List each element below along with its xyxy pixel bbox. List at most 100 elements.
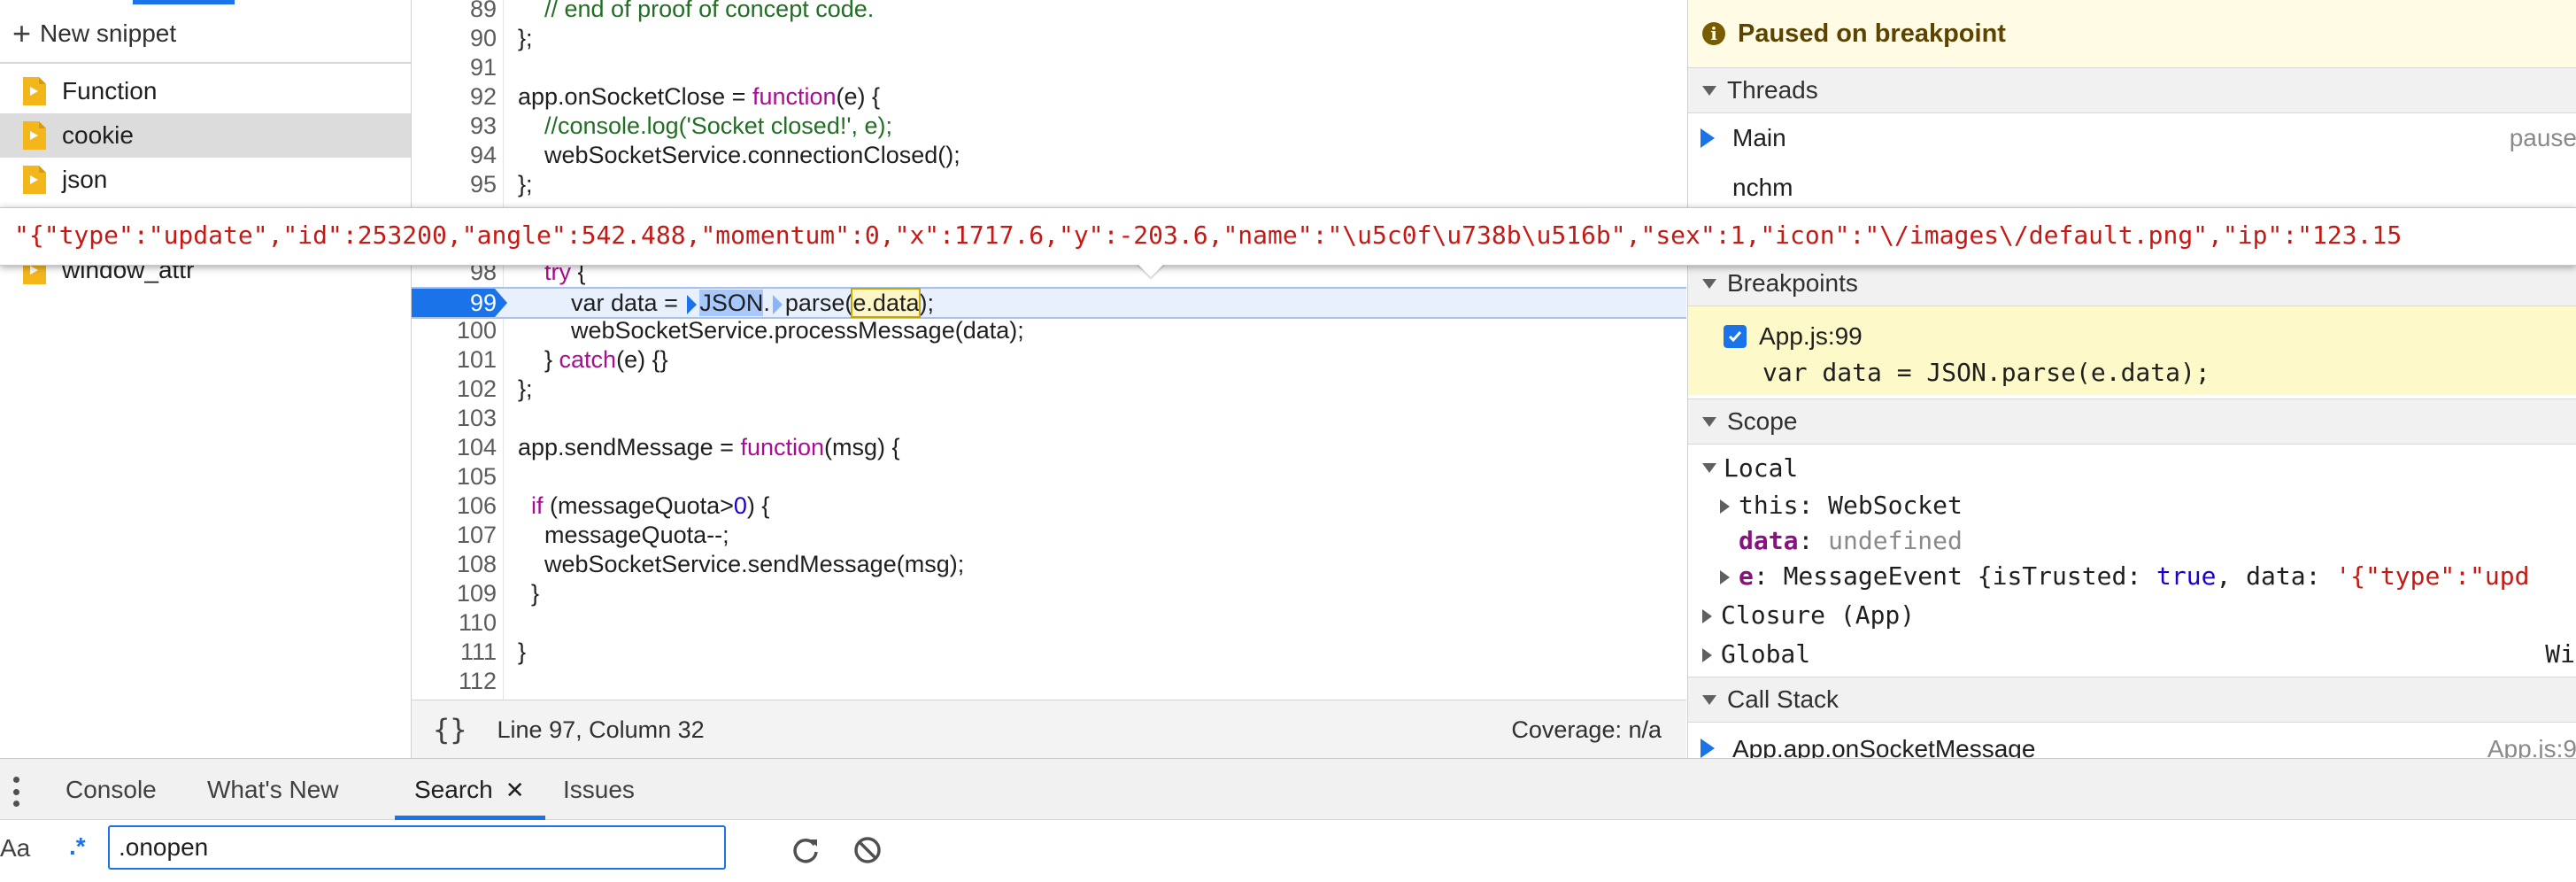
code-line[interactable]: 103: [412, 404, 1686, 433]
callstack-section-header[interactable]: Call Stack: [1688, 677, 2576, 723]
thread-row-nchm[interactable]: nchm: [1688, 165, 2576, 211]
close-icon[interactable]: ✕: [505, 777, 525, 804]
code-token: var data =: [518, 290, 685, 316]
scope-var-data[interactable]: data: undefined: [1739, 526, 1963, 555]
code-line[interactable]: 102 };: [412, 375, 1686, 404]
code-line[interactable]: 89 // end of proof of concept code.: [412, 0, 1686, 24]
code-line[interactable]: 109 }: [412, 579, 1686, 608]
section-title: Breakpoints: [1727, 269, 1858, 297]
line-number[interactable]: 100: [412, 316, 497, 345]
line-number[interactable]: 104: [412, 433, 497, 462]
line-number[interactable]: 91: [412, 53, 497, 82]
line-number[interactable]: 95: [412, 170, 497, 199]
new-snippet-button[interactable]: + New snippet: [12, 16, 176, 51]
line-number[interactable]: 110: [412, 608, 497, 638]
code-text: app.sendMessage = function(msg) {: [518, 433, 900, 462]
code-editor[interactable]: 89 // end of proof of concept code. 90 }…: [412, 0, 1686, 700]
scope-var-this[interactable]: this: WebSocket: [1720, 491, 1963, 520]
code-line[interactable]: 101 } catch(e) {}: [412, 345, 1686, 375]
snippet-label: cookie: [62, 121, 134, 149]
callstack-frame[interactable]: App.app.onSocketMessage App.js:9: [1688, 731, 2576, 758]
thread-row-main[interactable]: Main pause: [1688, 115, 2576, 161]
line-number[interactable]: 90: [412, 24, 497, 53]
code-line[interactable]: 92 app.onSocketClose = function(e) {: [412, 82, 1686, 112]
line-number[interactable]: 101: [412, 345, 497, 375]
code-line[interactable]: 104 app.sendMessage = function(msg) {: [412, 433, 1686, 462]
code-line[interactable]: 111 }: [412, 638, 1686, 667]
code-line[interactable]: 112: [412, 667, 1686, 696]
code-line[interactable]: 105: [412, 462, 1686, 491]
match-case-button[interactable]: Aa: [0, 834, 30, 863]
inline-breakpoint-icon[interactable]: [687, 294, 698, 314]
code-text: };: [518, 171, 533, 197]
code-text: app.onSocketClose = function(e) {: [518, 82, 880, 112]
breakpoints-section-header[interactable]: Breakpoints: [1688, 260, 2576, 306]
more-tools-icon[interactable]: [12, 777, 19, 807]
code-line[interactable]: 95 };: [412, 170, 1686, 199]
number-token: 0: [733, 492, 747, 519]
scope-var-e[interactable]: e: MessageEvent {isTrusted: true, data: …: [1720, 561, 2529, 591]
current-frame-icon: [1701, 739, 1715, 758]
line-number[interactable]: 99: [412, 289, 497, 318]
code-token: .: [763, 290, 770, 316]
snippet-item-function[interactable]: Function: [0, 69, 411, 113]
code-line[interactable]: 108 webSocketService.sendMessage(msg);: [412, 550, 1686, 579]
scope-global[interactable]: Global Wi: [1702, 639, 2575, 669]
line-number[interactable]: 103: [412, 404, 497, 433]
snippet-item-cookie[interactable]: cookie: [0, 113, 411, 158]
coverage-status[interactable]: Coverage: n/a: [1511, 716, 1662, 744]
inline-breakpoint-icon[interactable]: [772, 294, 783, 314]
code-text: var data = JSON. parse(e.data);: [518, 288, 934, 318]
breakpoint-item[interactable]: App.js:99 var data = JSON.parse(e.data);: [1688, 306, 2576, 395]
code-line[interactable]: 93 //console.log('Socket closed!', e);: [412, 112, 1686, 141]
code-line[interactable]: 110: [412, 608, 1686, 638]
var-name: this: [1739, 491, 1799, 520]
tab-whats-new[interactable]: What's New: [207, 759, 339, 821]
code-line[interactable]: 91: [412, 53, 1686, 82]
line-number[interactable]: 94: [412, 141, 497, 170]
code-text: };: [518, 375, 533, 402]
regex-button[interactable]: .*: [69, 832, 86, 861]
line-number[interactable]: 92: [412, 82, 497, 112]
line-number[interactable]: 107: [412, 521, 497, 550]
code-token: (e) {: [836, 83, 881, 110]
execution-line[interactable]: 99 var data = JSON. parse(e.data);: [412, 287, 1686, 319]
code-line[interactable]: 107 messageQuota--;: [412, 521, 1686, 550]
snippet-item-json[interactable]: json: [0, 158, 411, 202]
hovered-expression[interactable]: e.data: [851, 288, 922, 318]
chevron-right-icon: [1720, 570, 1730, 584]
scope-local[interactable]: Local: [1702, 453, 1798, 483]
search-input[interactable]: [108, 825, 726, 870]
pretty-print-button[interactable]: {}: [433, 713, 467, 747]
line-number[interactable]: 93: [412, 112, 497, 141]
code-text: // end of proof of concept code.: [518, 0, 875, 22]
tooltip-arrow: [1137, 263, 1165, 277]
scope-closure[interactable]: Closure (App): [1702, 600, 1915, 630]
code-line[interactable]: 90 };: [412, 24, 1686, 53]
code-line[interactable]: 94 webSocketService.connectionClosed();: [412, 141, 1686, 170]
var-value: , data:: [2216, 561, 2336, 591]
snippet-label: Function: [62, 77, 158, 104]
refresh-icon[interactable]: [788, 832, 823, 868]
code-line[interactable]: 106 if (messageQuota>0) {: [412, 491, 1686, 521]
var-name: e: [1739, 561, 1754, 591]
line-number[interactable]: 109: [412, 579, 497, 608]
threads-section-header[interactable]: Threads: [1688, 67, 2576, 113]
line-number[interactable]: 111: [412, 638, 497, 667]
var-value: '{"type":"upd: [2335, 561, 2530, 591]
info-icon: i: [1702, 22, 1725, 45]
code-line[interactable]: 100 webSocketService.processMessage(data…: [412, 316, 1686, 345]
tab-console[interactable]: Console: [66, 759, 157, 821]
line-number[interactable]: 89: [412, 0, 497, 24]
breakpoint-checkbox[interactable]: [1724, 325, 1747, 348]
clear-icon[interactable]: [850, 832, 885, 868]
var-name: data: [1739, 526, 1799, 555]
line-number[interactable]: 108: [412, 550, 497, 579]
scope-section-header[interactable]: Scope: [1688, 398, 2576, 445]
line-number[interactable]: 106: [412, 491, 497, 521]
line-number[interactable]: 112: [412, 667, 497, 696]
tab-search[interactable]: Search ✕: [414, 759, 525, 821]
line-number[interactable]: 102: [412, 375, 497, 404]
tab-issues[interactable]: Issues: [563, 759, 635, 821]
line-number[interactable]: 105: [412, 462, 497, 491]
